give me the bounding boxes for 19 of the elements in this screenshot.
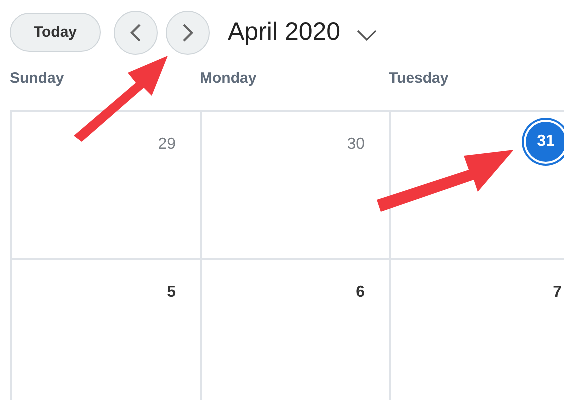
previous-button[interactable]	[114, 10, 158, 54]
today-button[interactable]: Today	[10, 13, 101, 52]
next-button[interactable]	[166, 10, 210, 54]
day-number: 30	[347, 136, 365, 154]
day-number: 5	[167, 284, 176, 302]
month-title: April 2020	[228, 18, 341, 47]
day-cell[interactable]: 7	[391, 260, 564, 400]
caret-icon[interactable]	[356, 30, 377, 42]
day-cell[interactable]: 6	[202, 260, 391, 400]
weekday-label: Sunday	[10, 70, 66, 89]
day-cell[interactable]: 5	[12, 260, 202, 400]
weekday-label: Monday	[200, 70, 258, 89]
day-number: 29	[158, 136, 176, 154]
day-number: 6	[356, 284, 365, 302]
chevron-left-icon	[129, 22, 143, 42]
day-number: 7	[553, 284, 562, 302]
weekday-label: Tuesday	[389, 70, 450, 89]
today-date-badge: 31	[526, 122, 564, 162]
chevron-right-icon	[181, 22, 195, 42]
